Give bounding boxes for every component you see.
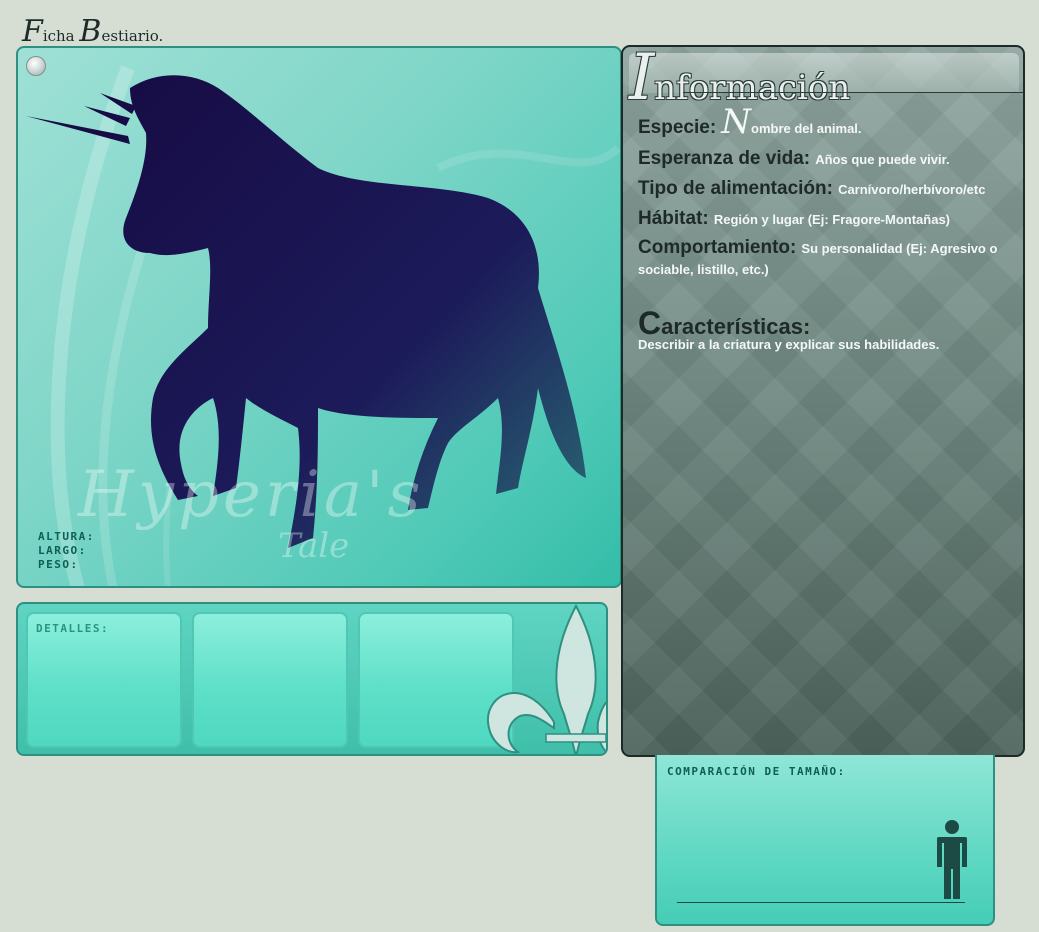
info-title-rule <box>683 92 1023 93</box>
title-rest-2: estiario. <box>101 27 164 45</box>
field-alimentacion-label: Tipo de alimentación: <box>638 178 833 199</box>
characteristics-description: Describir a la criatura y explicar sus h… <box>638 337 940 352</box>
size-comparison-label: COMPARACIÓN DE TAMAÑO: <box>667 765 846 778</box>
person-icon <box>937 820 967 899</box>
height-label: ALTURA: <box>38 530 95 543</box>
field-especie-value: ombre del animal. <box>751 121 862 136</box>
field-comportamiento: Comportamiento: Su personalidad (Ej: Agr… <box>638 237 1018 278</box>
size-comparison-panel: COMPARACIÓN DE TAMAÑO: <box>655 755 995 926</box>
field-habitat: Hábitat: Región y lugar (Ej: Fragore-Mon… <box>638 208 1018 230</box>
field-esperanza-value: Años que puede vivir. <box>815 152 950 167</box>
creature-image-panel: Hyperia's Tale ALTURA: LARGO: PESO: <box>16 46 622 588</box>
field-esperanza: Esperanza de vida: Años que puede vivir. <box>638 148 1018 170</box>
detail-box-1: DETALLES: <box>26 612 182 748</box>
info-panel: Información Especie: Nombre del animal. … <box>621 45 1025 757</box>
info-title-rest: nformación <box>654 68 851 108</box>
size-ground-line <box>677 902 965 903</box>
title-rest: icha <box>42 27 80 45</box>
details-label: DETALLES: <box>36 622 110 635</box>
watermark: Hyperia's <box>78 458 425 532</box>
field-especie-label: Especie: <box>638 117 717 138</box>
title-initial: F <box>22 14 43 49</box>
characteristics-title-initial: C <box>638 305 662 341</box>
field-especie: Especie: Nombre del animal. <box>638 105 1018 139</box>
length-label: LARGO: <box>38 544 87 557</box>
details-panel: DETALLES: <box>16 602 608 756</box>
characteristics-title-rest: aracterísticas: <box>661 314 811 339</box>
title-initial-2: B <box>79 14 102 49</box>
page-title: Ficha Bestiario. <box>22 14 163 49</box>
field-comportamiento-label: Comportamiento: <box>638 237 797 258</box>
fleur-de-lis-icon <box>486 604 606 754</box>
watermark-sub: Tale <box>278 526 350 566</box>
detail-box-2 <box>192 612 348 748</box>
info-title-initial: I <box>629 45 655 115</box>
field-habitat-label: Hábitat: <box>638 208 709 229</box>
field-esperanza-label: Esperanza de vida: <box>638 148 811 169</box>
field-habitat-value: Región y lugar (Ej: Fragore-Montañas) <box>713 212 951 227</box>
weight-label: PESO: <box>38 558 79 571</box>
field-alimentacion: Tipo de alimentación: Carnívoro/herbívor… <box>638 178 1018 200</box>
panel-knob-icon[interactable] <box>26 56 46 76</box>
field-especie-fancy-initial: N <box>721 102 751 142</box>
field-alimentacion-value: Carnívoro/herbívoro/etc <box>838 182 986 197</box>
